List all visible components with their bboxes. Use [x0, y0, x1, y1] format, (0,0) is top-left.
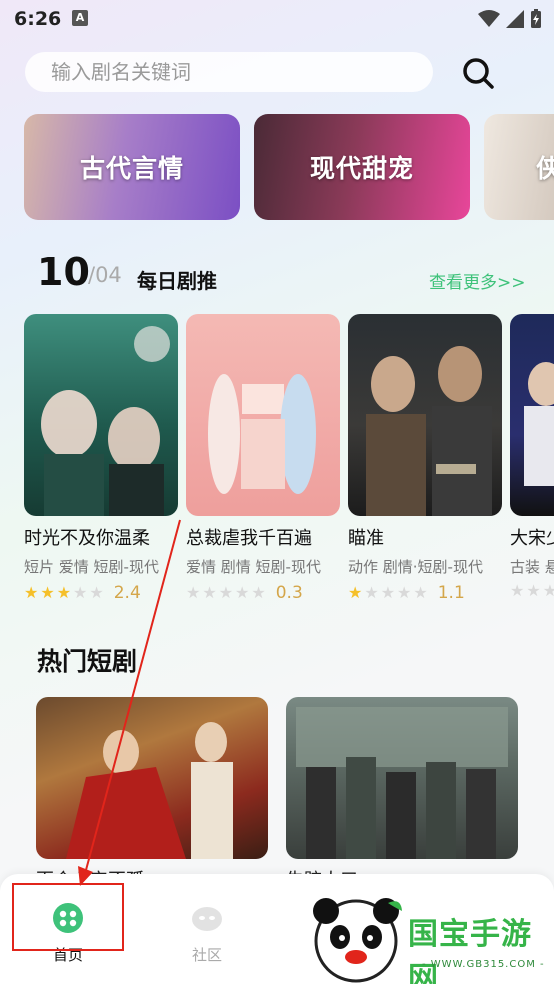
drama-tags: 古装 悬 — [510, 558, 554, 576]
star-icon: ★ — [218, 583, 234, 602]
wifi-icon — [478, 10, 500, 27]
daily-title: 每日剧推 — [137, 269, 217, 293]
drama-poster — [348, 314, 502, 516]
drama-title: 大宋少 — [510, 528, 554, 549]
star-icon: ★ — [526, 581, 541, 600]
hot-drama-card[interactable] — [286, 697, 518, 859]
star-icon: ★ — [542, 581, 554, 600]
poster-art — [66, 722, 233, 859]
nav-community[interactable]: 社区 — [157, 902, 257, 965]
battery-icon — [531, 9, 541, 28]
daily-month: /04 — [88, 263, 122, 287]
hot-drama-card[interactable] — [36, 697, 268, 859]
star-icon: ★ — [348, 583, 363, 602]
category-card-ancient-romance[interactable]: 古代言情 — [24, 114, 240, 220]
daily-drama-list: 时光不及你温柔 短片 爱情 短剧-现代 ★ ★ ★ ★ ★ 2.4 总裁虐我千百遍 爱情… — [24, 314, 554, 614]
drama-rating: ★ ★ ★ — [510, 583, 554, 599]
drama-title: 时光不及你温柔 — [24, 528, 150, 549]
star-icon: ★ — [186, 583, 201, 602]
search-icon — [463, 58, 494, 89]
drama-tags: 短片 爱情 短剧-现代 — [24, 558, 159, 576]
drama-poster — [186, 314, 340, 516]
category-carousel: 古代言情 现代甜宠 侠 — [24, 114, 554, 222]
poster-art — [524, 362, 554, 486]
star-icon: ★ — [202, 583, 217, 602]
drama-card[interactable]: 总裁虐我千百遍 爱情 剧情 短剧-现代 ★ ★ ★ ★ ★ 0.3 — [186, 314, 340, 603]
poster-art — [296, 707, 508, 859]
annotation-highlight-box — [12, 883, 124, 951]
drama-title: 总裁虐我千百遍 — [186, 528, 312, 549]
search-button[interactable] — [460, 55, 496, 91]
search-bar[interactable] — [25, 52, 433, 92]
drama-title: 瞄准 — [348, 528, 384, 549]
search-input[interactable] — [51, 60, 411, 84]
watermark-brand: 国宝手游网 — [408, 917, 532, 984]
rating-value: 0.3 — [275, 583, 303, 603]
daily-day: 10 — [37, 250, 90, 294]
status-icons — [478, 9, 542, 29]
star-icon: ★ — [40, 583, 55, 602]
nav-community-label: 社区 — [191, 946, 222, 964]
drama-card[interactable]: 大宋少 古装 悬 ★★★ — [510, 314, 554, 599]
star-icon: ★ — [380, 583, 396, 602]
watermark: 国宝手游网 - WWW.GB315.COM - — [306, 893, 554, 984]
drama-tags: 动作 剧情·短剧-现代 — [348, 558, 483, 576]
category-card-martial[interactable]: 侠 — [484, 114, 554, 220]
drama-card[interactable]: 时光不及你温柔 短片 爱情 短剧-现代 ★ ★ ★ ★ ★ 2.4 — [24, 314, 178, 603]
rating-value: 1.1 — [437, 583, 465, 603]
hot-section-title: 热门短剧 — [37, 647, 138, 676]
star-icon: ★ — [510, 581, 525, 600]
panda-logo-icon — [313, 898, 402, 983]
see-more-link[interactable]: 查看更多>> — [429, 268, 526, 293]
poster-art — [41, 326, 170, 516]
category-label: 现代甜宠 — [309, 154, 414, 183]
star-icon: ★ — [413, 583, 428, 602]
star-icon: ★ — [397, 583, 412, 602]
community-icon — [192, 907, 222, 931]
star-icon: ★ — [364, 583, 379, 602]
status-time: 6:26 — [14, 8, 62, 30]
notification-a-icon: A — [72, 10, 88, 26]
star-icon: ★ — [89, 583, 104, 602]
star-icon: ★ — [235, 583, 250, 602]
star-icon: ★ — [56, 583, 72, 602]
rating-value: 2.4 — [113, 583, 141, 603]
drama-poster — [24, 314, 178, 516]
drama-card[interactable]: 瞄准 动作 剧情·短剧-现代 ★ ★ ★ ★ ★ 1.1 — [348, 314, 502, 603]
drama-rating: ★ ★ ★ ★ ★ 1.1 — [348, 583, 502, 603]
drama-rating: ★ ★ ★ ★ ★ 2.4 — [24, 583, 178, 603]
category-label: 侠 — [535, 154, 554, 183]
drama-tags: 爱情 剧情 短剧-现代 — [186, 558, 321, 576]
category-card-modern-romance[interactable]: 现代甜宠 — [254, 114, 470, 220]
star-icon: ★ — [251, 583, 266, 602]
poster-art — [208, 374, 316, 494]
drama-poster — [510, 314, 554, 516]
watermark-url: - WWW.GB315.COM - — [422, 959, 545, 970]
poster-art — [366, 346, 492, 516]
star-icon: ★ — [24, 583, 39, 602]
signal-icon — [506, 10, 524, 28]
category-label: 古代言情 — [79, 154, 184, 183]
status-bar: 6:26 A — [0, 0, 554, 40]
star-icon: ★ — [73, 583, 88, 602]
drama-rating: ★ ★ ★ ★ ★ 0.3 — [186, 583, 340, 603]
